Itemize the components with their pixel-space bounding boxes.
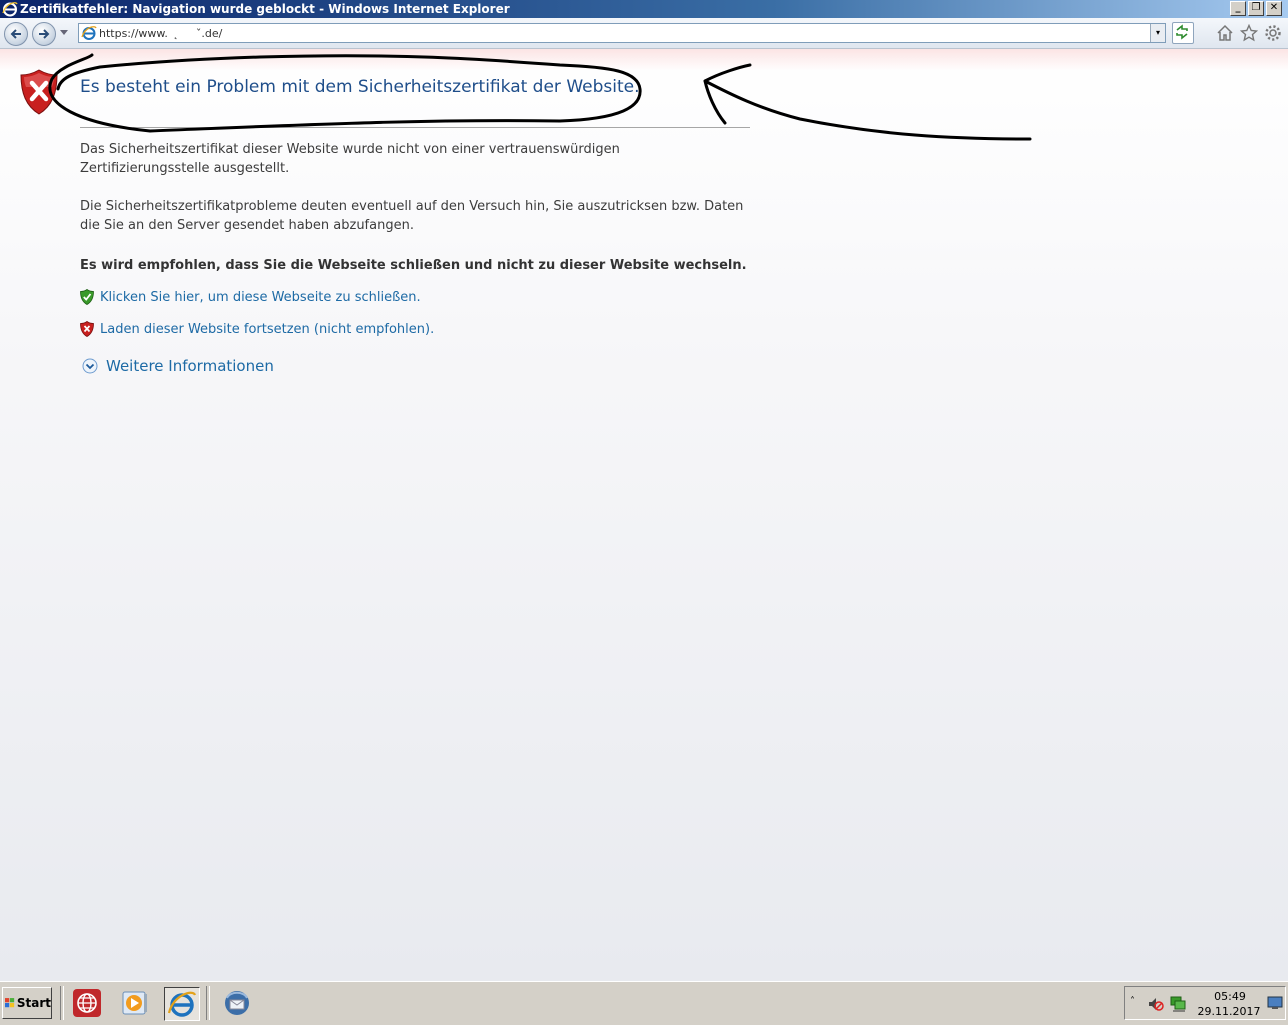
recommendation-text: Es wird empfohlen, dass Sie die Webseite… xyxy=(80,258,747,273)
navigation-bar: ▾ xyxy=(0,18,1288,49)
error-shield-icon xyxy=(20,69,58,115)
clock-time[interactable]: 05:49 xyxy=(1213,990,1247,1003)
start-button[interactable]: Start xyxy=(2,987,52,1019)
certificate-issuer-text: Das Sicherheitszertifikat dieser Website… xyxy=(80,142,620,176)
toolbar-icons xyxy=(1216,23,1282,42)
refresh-icon xyxy=(1176,24,1188,40)
start-label: Start xyxy=(16,996,51,1010)
close-webpage-link[interactable]: Klicken Sie hier, um diese Webseite zu s… xyxy=(100,290,421,305)
taskbar-app-thunderbird[interactable] xyxy=(220,987,254,1019)
tray-expand-icon[interactable]: ˄ xyxy=(1130,996,1135,1007)
more-information-link[interactable]: Weitere Informationen xyxy=(106,357,274,375)
page-ie-icon xyxy=(81,26,97,40)
taskbar-separator xyxy=(60,986,64,1020)
tools-gear-icon[interactable] xyxy=(1264,24,1282,42)
home-icon[interactable] xyxy=(1216,24,1234,42)
continue-to-website-link[interactable]: Laden dieser Website fortsetzen (nicht e… xyxy=(100,322,434,337)
taskbar-app-internet-explorer[interactable] xyxy=(164,987,200,1021)
forward-arrow-icon xyxy=(39,29,50,39)
favorites-star-icon[interactable] xyxy=(1239,23,1259,42)
ie-logo-icon xyxy=(2,2,18,17)
address-bar[interactable]: ▾ xyxy=(78,23,1166,43)
thunderbird-icon xyxy=(225,991,249,1015)
expand-chevron-icon[interactable] xyxy=(82,358,98,374)
system-tray: ˄ 05:49 29.11.2017 xyxy=(1124,986,1286,1020)
window-controls: _ ❐ ✕ xyxy=(1230,1,1282,16)
title-bar: Zertifikatfehler: Navigation wurde geblo… xyxy=(0,0,1288,18)
network-status-icon[interactable] xyxy=(1169,995,1187,1013)
minimize-button[interactable]: _ xyxy=(1230,1,1246,16)
back-button[interactable] xyxy=(4,22,28,46)
page-title: Es besteht ein Problem mit dem Sicherhei… xyxy=(80,77,640,97)
taskbar: Start ˄ 05:49 29.11.2017 xyxy=(0,981,1288,1025)
window-title: Zertifikatfehler: Navigation wurde geblo… xyxy=(20,2,510,16)
divider xyxy=(80,127,750,128)
more-info-row[interactable]: Weitere Informationen xyxy=(82,357,274,375)
taskbar-app-network[interactable] xyxy=(70,987,104,1019)
refresh-button[interactable] xyxy=(1172,22,1194,44)
windows-flag-icon xyxy=(5,998,15,1008)
volume-muted-icon[interactable] xyxy=(1147,995,1165,1013)
show-desktop-icon[interactable] xyxy=(1267,996,1283,1010)
annotation-arrow xyxy=(703,63,1032,141)
media-player-icon xyxy=(122,991,147,1015)
error-page-content: Es besteht ein Problem mit dem Sicherhei… xyxy=(0,49,1288,981)
restore-button[interactable]: ❐ xyxy=(1248,1,1264,16)
history-dropdown-icon[interactable] xyxy=(60,30,68,36)
internet-explorer-icon xyxy=(167,991,197,1017)
forward-button[interactable] xyxy=(32,22,56,46)
red-x-shield-icon xyxy=(80,321,94,337)
back-arrow-icon xyxy=(10,29,21,39)
close-page-row: Klicken Sie hier, um diese Webseite zu s… xyxy=(80,289,421,305)
close-button[interactable]: ✕ xyxy=(1266,1,1282,16)
address-dropdown-button[interactable]: ▾ xyxy=(1150,24,1165,42)
taskbar-app-media-player[interactable] xyxy=(118,987,152,1019)
globe-app-icon xyxy=(73,989,101,1017)
address-input[interactable] xyxy=(99,24,1139,42)
continue-row: Laden dieser Website fortsetzen (nicht e… xyxy=(80,321,434,337)
certificate-warning-text: Die Sicherheitszertifikatprobleme deuten… xyxy=(80,199,744,233)
hand-drawn-annotation xyxy=(48,53,1032,141)
clock-date[interactable]: 29.11.2017 xyxy=(1197,1005,1261,1018)
green-check-shield-icon xyxy=(80,289,94,305)
taskbar-separator xyxy=(206,986,210,1020)
